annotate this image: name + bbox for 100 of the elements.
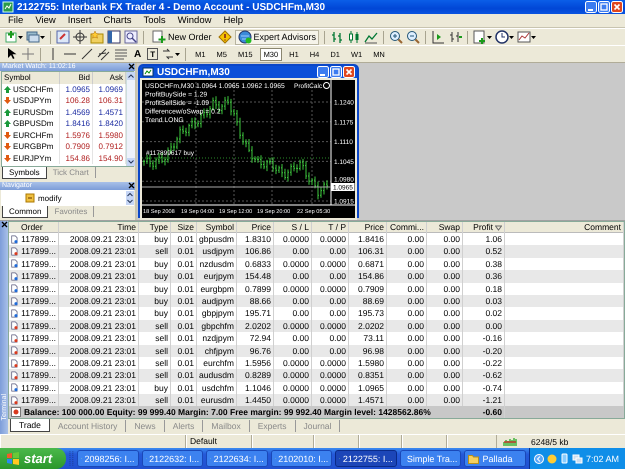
candlestick-icon[interactable] <box>347 30 362 44</box>
column-header[interactable]: Bid <box>60 72 93 84</box>
bar-chart-icon[interactable] <box>330 30 344 44</box>
caret-icon[interactable] <box>18 34 23 40</box>
caret-icon[interactable] <box>175 52 180 56</box>
scroll-up-icon[interactable] <box>127 72 135 80</box>
bid-price: 106.28 <box>60 95 93 106</box>
close-button[interactable] <box>611 1 623 13</box>
minimize-button[interactable] <box>317 66 329 78</box>
text-label-tool-button[interactable]: T <box>147 48 158 60</box>
line-chart-icon[interactable] <box>364 30 378 44</box>
channel-icon[interactable] <box>97 47 111 61</box>
back-icon[interactable] <box>534 454 544 464</box>
close-button[interactable] <box>343 66 355 78</box>
taskbar-item[interactable]: Simple Tra... <box>400 450 462 467</box>
close-icon[interactable] <box>128 63 135 70</box>
maximize-button[interactable] <box>598 1 610 13</box>
table-row[interactable]: 117899... 2008.09.21 23:01 buy 0.01 eurgbpm 0.7899 0.0000 0.0000 0.7909 0.00 0.00 0.18 <box>9 282 624 295</box>
caret-icon[interactable] <box>531 34 536 40</box>
column-header[interactable]: Symbol <box>2 72 60 84</box>
indicators-icon[interactable] <box>517 30 532 44</box>
table-row[interactable]: 117899... 2008.09.21 23:01 sell 0.01 audusdm 0.8289 0.0000 0.0000 0.8351 0.00 0.00 -0.62 <box>9 369 624 382</box>
clock-icon[interactable] <box>495 30 510 44</box>
table-row[interactable]: 117899... 2008.09.21 23:01 sell 0.01 gbpchfm 2.0202 0.0000 0.0000 2.0202 0.00 0.00 0.00 <box>9 320 624 332</box>
menu-item[interactable]: Charts <box>98 15 138 26</box>
terminal-icon[interactable] <box>107 30 121 44</box>
table-cell: 117899... <box>21 394 56 406</box>
table-row[interactable]: 117899... 2008.09.21 23:01 sell 0.01 eurusdm 1.4450 0.0000 0.0000 1.4571 0.00 0.00 -1.21 <box>9 394 624 406</box>
table-row[interactable]: 117899... 2008.09.21 23:01 buy 0.01 gbpusdm 1.8310 0.0000 0.0000 1.8416 0.00 0.00 1.06 <box>9 233 624 246</box>
symbol-name: EURUSDm <box>13 108 54 117</box>
new-chart-icon[interactable] <box>4 30 18 44</box>
column-header[interactable]: Ask <box>93 72 126 84</box>
menu-item[interactable]: Insert <box>62 15 98 26</box>
taskbar-item[interactable]: 2122634: I... <box>206 450 268 467</box>
zoom-in-icon[interactable] <box>389 30 404 44</box>
chart-shift-icon[interactable] <box>431 30 446 44</box>
grip-icon <box>69 450 74 467</box>
panel-tab[interactable]: Symbols <box>2 167 47 179</box>
alert-icon[interactable] <box>218 30 232 44</box>
expert-icon[interactable] <box>25 193 35 203</box>
market-watch-icon[interactable] <box>56 30 70 44</box>
fibonacci-icon[interactable] <box>114 47 128 61</box>
caret-icon[interactable] <box>509 34 514 40</box>
table-cell: 117899... <box>21 344 56 357</box>
battery-icon[interactable] <box>560 453 570 464</box>
scroll-down-icon[interactable] <box>127 158 135 166</box>
column-header[interactable]: Profit <box>473 222 493 233</box>
table-row[interactable]: 117899... 2008.09.21 23:01 sell 0.01 usdjpym 106.86 0.00 0.00 106.31 0.00 0.00 0.52 <box>9 245 624 258</box>
new-order-button[interactable]: New Order <box>149 30 215 44</box>
sort-icon[interactable] <box>495 224 502 230</box>
bid-price: 0.7909 <box>60 141 93 152</box>
table-row[interactable]: 117899... 2008.09.21 23:01 buy 0.01 audjpym 88.66 0.00 0.00 88.69 0.00 0.00 0.03 <box>9 294 624 308</box>
table-row[interactable]: 117899... 2008.09.21 23:01 sell 0.01 chfjpym 96.76 0.00 0.00 96.98 0.00 0.00 -0.20 <box>9 344 624 357</box>
maximize-button[interactable] <box>330 66 342 78</box>
zoom-out-icon[interactable] <box>406 30 420 44</box>
close-icon[interactable] <box>0 221 8 228</box>
clock: 7:02 AM <box>586 454 620 464</box>
menu-item[interactable]: Help <box>217 15 250 26</box>
profiles-icon[interactable] <box>26 30 40 44</box>
total-profit: -0.60 <box>463 406 505 418</box>
network-icon[interactable] <box>572 454 584 464</box>
windows-logo-icon <box>6 452 20 466</box>
menu-item[interactable]: File <box>2 15 30 26</box>
auto-scroll-icon[interactable] <box>448 30 462 44</box>
caret-icon[interactable] <box>40 34 45 40</box>
scroll-arrows-icon[interactable] <box>126 191 134 205</box>
text-tool-button[interactable]: A <box>131 46 144 62</box>
tester-icon[interactable] <box>124 30 138 44</box>
panel-tab[interactable]: Common <box>2 206 48 218</box>
taskbar-item[interactable]: Pallada <box>464 450 526 467</box>
crosshair-tool-icon[interactable] <box>21 47 35 61</box>
symbol-name: EURCHFm <box>13 130 53 140</box>
table-cell: 117899... <box>21 356 56 370</box>
symbol-name: GBPUSDm <box>13 119 54 128</box>
taskbar-item[interactable]: 2122632: I... <box>142 450 204 467</box>
taskbar-item[interactable]: 2102010: I... <box>270 450 332 467</box>
caret-icon[interactable] <box>487 34 492 40</box>
symbol-name: EURJPYm <box>13 154 52 163</box>
navigator-item[interactable]: modify <box>38 194 62 202</box>
expert-advisors-button[interactable]: Expert Advisors <box>234 30 320 44</box>
table-cell: 117899... <box>21 307 56 320</box>
trendline-icon[interactable] <box>80 47 94 61</box>
terminal-tab[interactable]: Trade <box>10 419 50 432</box>
crosshair-icon[interactable] <box>73 30 87 44</box>
menu-item[interactable]: View <box>29 15 62 26</box>
table-cell: 117899... <box>21 369 56 382</box>
taskbar-item[interactable]: 2098256: I... <box>76 450 139 467</box>
scrollbar[interactable] <box>126 72 135 166</box>
close-icon[interactable] <box>128 182 135 189</box>
menu-item[interactable]: Tools <box>137 15 172 26</box>
templates-icon[interactable] <box>473 30 488 44</box>
taskbar-item[interactable]: 2122755: I... <box>335 450 397 467</box>
menu-item[interactable]: Window <box>172 15 218 26</box>
chart-window-icon <box>142 66 154 78</box>
indicator-icon <box>324 82 330 88</box>
table-row[interactable]: 117899... 2008.09.21 23:01 buy 0.01 eurjpym 154.48 0.00 0.00 154.86 0.00 0.00 0.36 <box>9 270 624 283</box>
arrows-icon[interactable] <box>161 47 176 61</box>
bid-price: 1.5976 <box>60 130 93 141</box>
bid-price: 1.0965 <box>60 84 93 95</box>
minimize-button[interactable] <box>585 1 597 13</box>
